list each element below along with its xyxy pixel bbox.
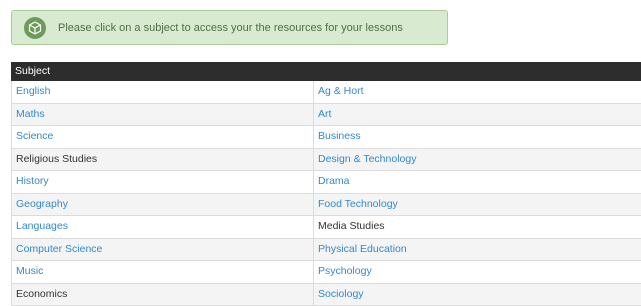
subjects-table: Subject English Ag & Hort Maths Art Science B… bbox=[11, 62, 641, 306]
subject-business[interactable]: Business bbox=[313, 126, 641, 149]
subject-drama[interactable]: Drama bbox=[313, 171, 641, 194]
subject-food-technology[interactable]: Food Technology bbox=[313, 193, 641, 216]
subject-design-technology[interactable]: Design & Technology bbox=[313, 148, 641, 171]
subject-physical-education[interactable]: Physical Education bbox=[313, 238, 641, 261]
table-row: Languages Media Studies bbox=[11, 216, 641, 239]
table-row: Maths Art bbox=[11, 103, 641, 126]
subject-maths[interactable]: Maths bbox=[11, 103, 313, 126]
table-row: Economics Sociology bbox=[11, 283, 641, 306]
info-notice: Please click on a subject to access your… bbox=[11, 10, 448, 45]
subject-economics: Economics bbox=[11, 283, 313, 306]
subject-art[interactable]: Art bbox=[313, 103, 641, 126]
subject-religious-studies: Religious Studies bbox=[11, 148, 313, 171]
table-row: English Ag & Hort bbox=[11, 81, 641, 104]
table-row: Music Psychology bbox=[11, 261, 641, 284]
table-row: Science Business bbox=[11, 126, 641, 149]
subject-ag-hort[interactable]: Ag & Hort bbox=[313, 81, 641, 104]
subject-sociology[interactable]: Sociology bbox=[313, 283, 641, 306]
notice-text: Please click on a subject to access your… bbox=[58, 21, 403, 34]
subject-english[interactable]: English bbox=[11, 81, 313, 104]
subject-music[interactable]: Music bbox=[11, 261, 313, 284]
subject-computer-science[interactable]: Computer Science bbox=[11, 238, 313, 261]
subject-geography[interactable]: Geography bbox=[11, 193, 313, 216]
subject-psychology[interactable]: Psychology bbox=[313, 261, 641, 284]
subject-languages[interactable]: Languages bbox=[11, 216, 313, 239]
subject-history[interactable]: History bbox=[11, 171, 313, 194]
table-row: Geography Food Technology bbox=[11, 193, 641, 216]
subject-science[interactable]: Science bbox=[11, 126, 313, 149]
table-row: Religious Studies Design & Technology bbox=[11, 148, 641, 171]
subjects-header: Subject bbox=[11, 62, 641, 81]
subjects-rows: English Ag & Hort Maths Art Science Business R… bbox=[11, 81, 641, 306]
cube-icon bbox=[24, 16, 46, 39]
subject-media-studies: Media Studies bbox=[313, 216, 641, 239]
table-row: History Drama bbox=[11, 171, 641, 194]
table-row: Computer Science Physical Education bbox=[11, 238, 641, 261]
